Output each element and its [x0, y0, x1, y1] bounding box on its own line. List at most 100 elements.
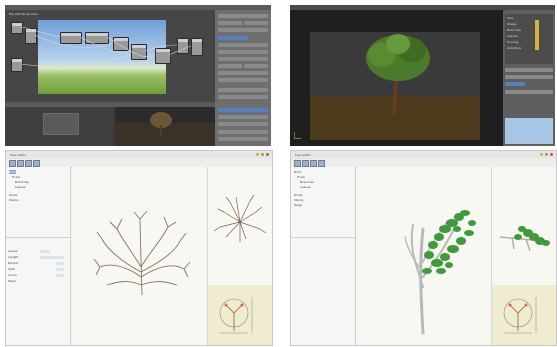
tree-item[interactable]: Roots: [294, 193, 302, 197]
tree-thumbnail-diagram: [219, 297, 253, 334]
thumbnail-panel: [208, 285, 272, 345]
prop-button-render[interactable]: [218, 14, 268, 18]
preview-panel: [491, 167, 556, 345]
prop-field[interactable]: [218, 122, 268, 126]
3d-viewport[interactable]: [290, 10, 503, 146]
panel-divider: [291, 237, 355, 238]
blender-node-editor-window: File Add Node View: [5, 5, 271, 146]
new-icon[interactable]: [294, 160, 301, 167]
param-row[interactable]: Levels: [8, 249, 17, 253]
prop-field[interactable]: [218, 57, 268, 61]
prop-button-scene[interactable]: [244, 21, 268, 25]
uv-image-viewport[interactable]: [5, 107, 113, 146]
image-preview: [43, 113, 79, 135]
prop-row[interactable]: Leaves: [507, 34, 518, 38]
prop-field[interactable]: [244, 64, 268, 68]
prop-field[interactable]: [218, 50, 268, 54]
prop-field[interactable]: [218, 95, 268, 99]
param-row[interactable]: Split: [8, 267, 15, 271]
prop-field[interactable]: [218, 115, 268, 119]
open-icon[interactable]: [17, 160, 24, 167]
blender-tree-window: Tree Shape Branches Leaves Pruning Armat…: [290, 5, 555, 146]
properties-panel: Tree Shape Branches Leaves Pruning Armat…: [503, 10, 555, 146]
maximize-icon[interactable]: [545, 153, 548, 156]
param-field[interactable]: [40, 256, 64, 259]
prop-row[interactable]: Armature: [507, 46, 521, 50]
tree-thumbnail-diagram: [503, 297, 537, 334]
param-row[interactable]: Length: [8, 255, 18, 259]
prop-button-object[interactable]: [218, 43, 268, 47]
tree-item[interactable]: Twigs: [294, 203, 302, 207]
prop-button-world[interactable]: [218, 28, 268, 32]
prop-selected-field[interactable]: [505, 82, 525, 86]
prop-field[interactable]: [218, 64, 242, 68]
tree-item[interactable]: Stems: [9, 198, 18, 202]
prop-field[interactable]: [505, 75, 553, 79]
tree-viewport[interactable]: [357, 167, 491, 345]
tree-item[interactable]: Leaves: [300, 185, 311, 189]
window-title: tree editor: [295, 153, 311, 157]
node-editor-menu: File Add Node View: [9, 12, 38, 16]
prop-row[interactable]: Pruning: [507, 40, 518, 44]
tree-item[interactable]: Stems: [294, 198, 303, 202]
node-links: [20, 26, 192, 67]
open-icon[interactable]: [302, 160, 309, 167]
tree-item[interactable]: Branches: [15, 180, 29, 184]
prop-selected-field[interactable]: [218, 36, 248, 40]
3d-viewport[interactable]: [115, 107, 215, 146]
tree-item[interactable]: Trunk: [12, 175, 20, 179]
minimize-icon[interactable]: [256, 153, 259, 156]
tree-editor-window-2: tree editor Root Trunk Branches Leaves R…: [290, 150, 557, 346]
color-preview[interactable]: [505, 118, 553, 144]
param-row[interactable]: Radius: [8, 261, 18, 265]
axis-gizmo: [294, 132, 301, 139]
save-icon[interactable]: [310, 160, 317, 167]
tree-item[interactable]: Roots: [9, 193, 17, 197]
preview-panel: [207, 167, 272, 345]
node-canvas[interactable]: File Add Node View: [5, 10, 215, 102]
prop-selected-field[interactable]: [218, 108, 268, 112]
render-icon[interactable]: [33, 160, 40, 167]
prop-field[interactable]: [505, 90, 553, 94]
tree-item[interactable]: Root: [9, 170, 16, 174]
prop-field[interactable]: [218, 137, 268, 141]
tree-item[interactable]: Leaves: [15, 185, 26, 189]
prop-field[interactable]: [218, 130, 268, 134]
prop-row[interactable]: Branches: [507, 28, 521, 32]
prop-row[interactable]: Tree: [507, 16, 513, 20]
minimize-icon[interactable]: [540, 153, 543, 156]
maximize-icon[interactable]: [261, 153, 264, 156]
tree-outline-panel: Root Trunk Branches Leaves Roots Stems T…: [291, 167, 356, 345]
properties-panel: [215, 10, 271, 146]
close-icon[interactable]: [266, 153, 269, 156]
prop-field[interactable]: [218, 78, 268, 82]
tree-viewport[interactable]: [72, 167, 207, 345]
prop-list: Tree Shape Branches Leaves Pruning Armat…: [505, 14, 553, 64]
tree-item[interactable]: Branches: [300, 180, 314, 184]
prop-field[interactable]: [218, 71, 268, 75]
tree-item[interactable]: Trunk: [297, 175, 305, 179]
tree-outline-panel: Root Trunk Branches Leaves Roots Stems L…: [6, 167, 71, 345]
prop-row[interactable]: Shape: [507, 22, 516, 26]
new-icon[interactable]: [9, 160, 16, 167]
branching-tree-drawing: [93, 210, 191, 296]
prop-field[interactable]: [218, 88, 268, 92]
color-swatch[interactable]: [535, 20, 539, 50]
param-field[interactable]: [40, 250, 50, 253]
param-row[interactable]: Taper: [8, 279, 16, 283]
render-icon[interactable]: [318, 160, 325, 167]
prop-field[interactable]: [505, 68, 553, 72]
save-icon[interactable]: [25, 160, 32, 167]
tree-item[interactable]: Root: [294, 170, 301, 174]
close-icon[interactable]: [550, 153, 553, 156]
param-field[interactable]: [56, 262, 64, 265]
window-title: tree editor: [10, 153, 26, 157]
panel-divider: [6, 237, 70, 238]
tree-render: [366, 34, 430, 116]
prop-button-layers[interactable]: [218, 21, 242, 25]
tree-editor-window-1: tree editor Root Trunk Branches Leaves R…: [5, 150, 273, 346]
param-row[interactable]: Curve: [8, 273, 17, 277]
param-field[interactable]: [56, 268, 64, 271]
leafy-tree-drawing: [404, 210, 476, 335]
param-field[interactable]: [56, 274, 64, 277]
